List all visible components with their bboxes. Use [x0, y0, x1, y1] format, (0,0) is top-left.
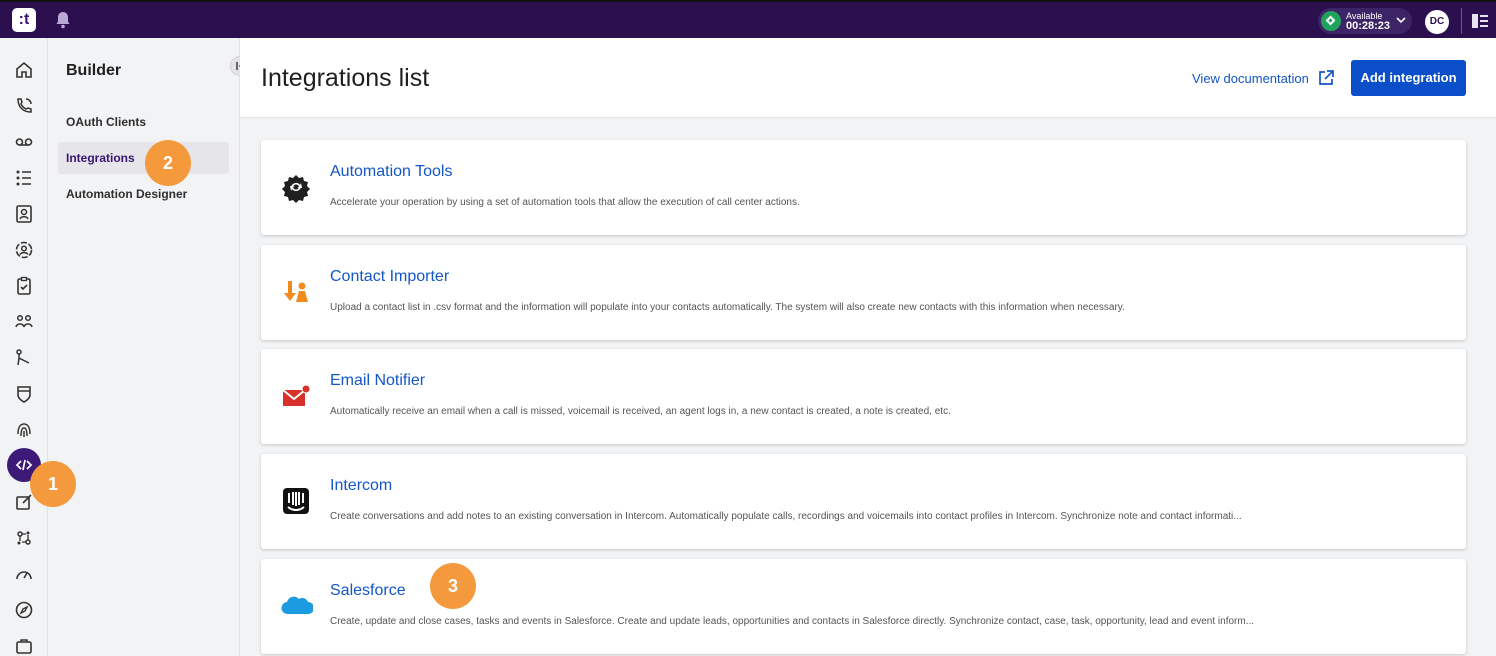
integration-card-contact-importer[interactable]: Contact Importer Upload a contact list i… [261, 245, 1466, 340]
view-documentation-link[interactable]: View documentation [1192, 69, 1335, 87]
status-timer: 00:28:23 [1346, 20, 1391, 32]
bell-icon[interactable] [54, 10, 72, 30]
gauge-icon[interactable] [10, 560, 38, 588]
integration-name[interactable]: Contact Importer [330, 268, 449, 286]
briefcase-icon[interactable] [10, 632, 38, 656]
routing-icon[interactable] [10, 344, 38, 372]
builder-sidebar: Builder OAuth Clients Integrations Autom… [48, 38, 250, 656]
integration-description: Create, update and close cases, tasks an… [330, 616, 1255, 627]
sidebar-item-oauth-clients[interactable]: OAuth Clients [58, 106, 229, 138]
add-integration-button[interactable]: Add integration [1351, 60, 1466, 96]
integration-card-email-notifier[interactable]: Email Notifier Automatically receive an … [261, 349, 1466, 444]
integration-description: Create conversations and add notes to an… [330, 511, 1242, 522]
home-icon[interactable] [10, 56, 38, 84]
sidebar-item-automation-designer[interactable]: Automation Designer [58, 178, 229, 210]
view-documentation-label: View documentation [1192, 70, 1309, 86]
compass-icon[interactable] [10, 596, 38, 624]
integration-card-automation-tools[interactable]: Automation Tools Accelerate your operati… [261, 140, 1466, 235]
user-avatar[interactable]: DC [1425, 10, 1449, 34]
fingerprint-icon[interactable] [10, 416, 38, 444]
integration-description: Automatically receive an email when a ca… [330, 406, 951, 417]
integration-card-intercom[interactable]: Intercom Create conversations and add no… [261, 454, 1466, 549]
integration-name[interactable]: Automation Tools [330, 163, 452, 181]
sidebar-item-integrations[interactable]: Integrations [58, 142, 229, 174]
divider [1461, 8, 1462, 34]
integration-name[interactable]: Salesforce [330, 582, 406, 600]
contact-importer-icon [279, 275, 313, 309]
email-notifier-icon [279, 379, 313, 413]
chevron-down-icon [1396, 17, 1406, 24]
integration-description: Upload a contact list in .csv format and… [330, 302, 1125, 313]
page-title: Integrations list [261, 64, 430, 92]
integrations-network-icon[interactable] [10, 524, 38, 552]
top-bar: :t Available 00:28:23 DC [0, 0, 1496, 38]
page-header: Integrations list View documentation Add… [240, 38, 1496, 118]
agent-icon[interactable] [10, 236, 38, 264]
app-logo[interactable]: :t [12, 8, 36, 32]
gear-automation-icon [279, 170, 313, 204]
clipboard-check-icon[interactable] [10, 272, 38, 300]
main-content: Integrations list View documentation Add… [240, 38, 1496, 656]
salesforce-icon [279, 589, 313, 623]
integration-name[interactable]: Email Notifier [330, 372, 425, 390]
shield-icon[interactable] [10, 380, 38, 408]
phone-talk-icon[interactable] [10, 92, 38, 120]
intercom-icon [279, 484, 313, 518]
sidebar-title: Builder [66, 62, 122, 79]
nav-rail [0, 38, 48, 656]
external-link-icon [1318, 70, 1334, 85]
list-icon[interactable] [10, 164, 38, 192]
step-callout: 1 [30, 461, 76, 507]
integration-name[interactable]: Intercom [330, 477, 392, 495]
side-panel-icon[interactable] [1471, 13, 1489, 29]
contacts-icon[interactable] [10, 200, 38, 228]
step-callout: 3 [430, 563, 476, 609]
integration-description: Accelerate your operation by using a set… [330, 197, 800, 208]
team-icon[interactable] [10, 308, 38, 336]
available-status-icon [1321, 11, 1341, 31]
availability-status[interactable]: Available 00:28:23 [1318, 8, 1412, 34]
step-callout: 2 [145, 140, 191, 186]
voicemail-icon[interactable] [10, 128, 38, 156]
